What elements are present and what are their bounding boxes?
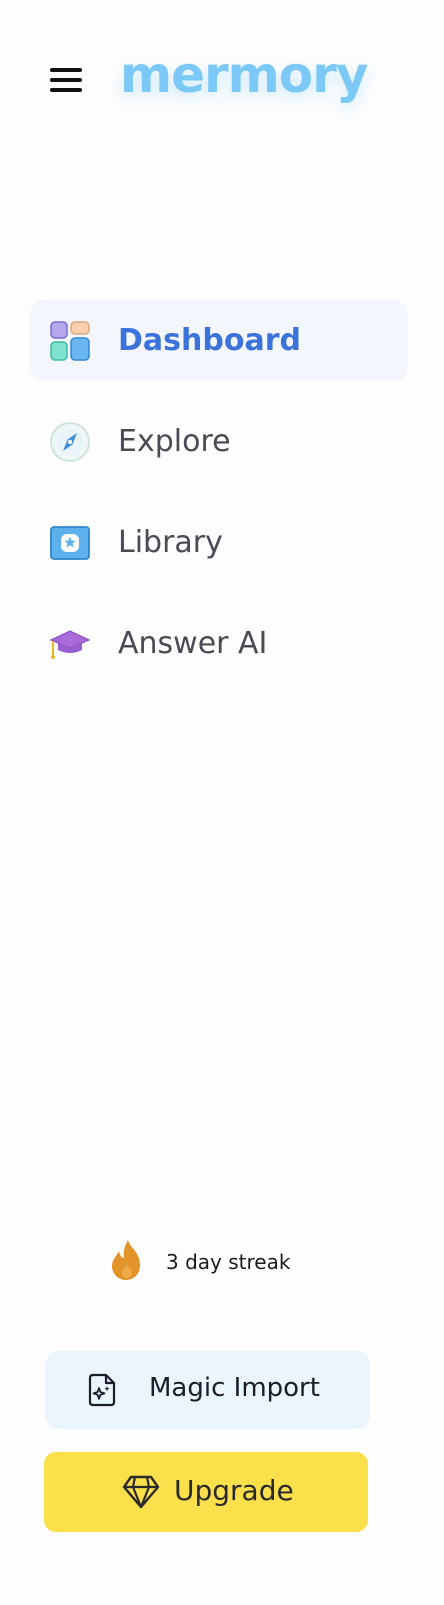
diamond-icon [122, 1475, 160, 1509]
upgrade-label: Upgrade [174, 1474, 294, 1507]
graduation-cap-icon [49, 630, 91, 659]
magic-import-button[interactable]: Magic Import [45, 1351, 370, 1429]
compass-icon [50, 422, 90, 462]
streak-indicator: 3 day streak [110, 1238, 350, 1284]
nav-item-explore[interactable]: Explore [30, 401, 408, 482]
streak-text: 3 day streak [166, 1250, 291, 1274]
sidebar-page: mermory Dashboard Explore Library Answer… [0, 0, 444, 1605]
nav-label-explore: Explore [118, 424, 231, 459]
upgrade-button[interactable]: Upgrade [44, 1452, 368, 1532]
nav-item-answer-ai[interactable]: Answer AI [30, 603, 408, 684]
magic-import-label: Magic Import [149, 1373, 320, 1403]
app-logo[interactable]: mermory [120, 46, 368, 104]
nav-label-dashboard: Dashboard [118, 323, 301, 358]
flame-icon [112, 1240, 140, 1280]
nav-label-library: Library [118, 525, 223, 560]
nav-item-dashboard[interactable]: Dashboard [30, 300, 408, 381]
nav-item-library[interactable]: Library [30, 502, 408, 583]
dashboard-grid-icon [50, 321, 90, 361]
nav-label-answer-ai: Answer AI [118, 626, 268, 661]
magic-file-icon [88, 1373, 116, 1407]
hamburger-menu-icon[interactable] [50, 66, 82, 94]
library-star-icon [50, 526, 90, 560]
sidebar-nav: Dashboard Explore Library Answer AI [30, 300, 408, 704]
